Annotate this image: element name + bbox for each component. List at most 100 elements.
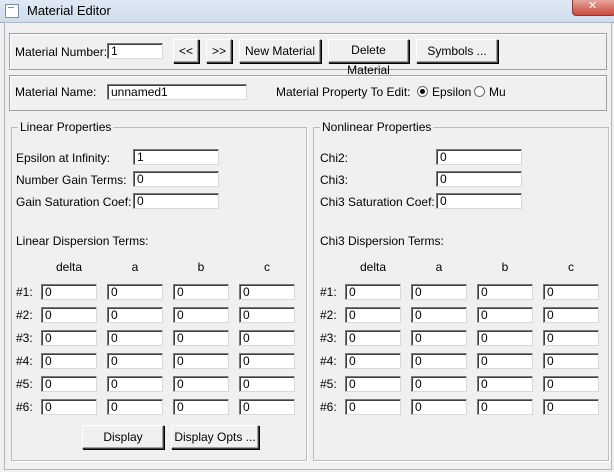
dispersion-term-input[interactable] (173, 353, 229, 369)
dispersion-term-input[interactable] (345, 353, 401, 369)
dispersion-term-input[interactable] (543, 399, 599, 415)
dispersion-term-input[interactable] (239, 307, 295, 323)
dispersion-term-input[interactable] (411, 307, 467, 323)
nonlinear-properties-title: Nonlinear Properties (320, 120, 434, 134)
dispersion-term-input[interactable] (107, 376, 163, 392)
gain-saturation-input[interactable] (133, 193, 219, 209)
dispersion-row-label: #4: (320, 354, 337, 368)
close-button[interactable] (572, 0, 614, 16)
dispersion-term-input[interactable] (41, 307, 97, 323)
chi3-saturation-input[interactable] (436, 193, 522, 209)
linear-dispersion-label: Linear Dispersion Terms: (16, 234, 149, 248)
dispersion-term-input[interactable] (411, 284, 467, 300)
material-name-panel: Material Name: Material Property To Edit… (9, 75, 607, 111)
mu-radio[interactable] (474, 86, 485, 97)
dispersion-term-input[interactable] (173, 330, 229, 346)
dispersion-row-label: #2: (16, 308, 33, 322)
symbols-button[interactable]: Symbols ... (416, 39, 498, 63)
dispersion-term-input[interactable] (41, 353, 97, 369)
linear-column-header: delta (55, 260, 83, 274)
dispersion-term-input[interactable] (411, 399, 467, 415)
linear-properties-title: Linear Properties (18, 120, 114, 134)
dispersion-term-input[interactable] (107, 307, 163, 323)
dispersion-term-input[interactable] (345, 307, 401, 323)
dispersion-term-input[interactable] (107, 399, 163, 415)
linear-column-header: c (264, 260, 270, 274)
dispersion-term-input[interactable] (107, 284, 163, 300)
nonlinear-column-header: b (501, 260, 509, 274)
chi2-input[interactable] (436, 149, 522, 165)
dispersion-row-label: #3: (320, 331, 337, 345)
dispersion-term-input[interactable] (543, 353, 599, 369)
display-button[interactable]: Display (82, 425, 164, 449)
chi3-label: Chi3: (320, 173, 349, 187)
dispersion-term-input[interactable] (173, 399, 229, 415)
new-material-button[interactable]: New Material (239, 39, 321, 63)
dispersion-term-input[interactable] (41, 284, 97, 300)
dispersion-term-input[interactable] (239, 399, 295, 415)
material-name-label: Material Name: (15, 85, 97, 99)
dispersion-term-input[interactable] (107, 353, 163, 369)
dispersion-term-input[interactable] (239, 330, 295, 346)
material-number-input[interactable] (107, 43, 163, 59)
dispersion-term-input[interactable] (41, 376, 97, 392)
dispersion-term-input[interactable] (543, 307, 599, 323)
dispersion-row-label: #5: (16, 377, 33, 391)
dispersion-row-label: #6: (320, 400, 337, 414)
number-gain-terms-input[interactable] (133, 171, 219, 187)
dispersion-term-input[interactable] (543, 284, 599, 300)
dispersion-row-label: #6: (16, 400, 33, 414)
epsilon-radio-label[interactable]: Epsilon (432, 85, 471, 99)
title-bar: Material Editor (0, 0, 614, 23)
app-window-icon (5, 4, 19, 18)
previous-material-button[interactable]: << (173, 39, 199, 63)
mu-radio-label[interactable]: Mu (489, 85, 506, 99)
dispersion-term-input[interactable] (411, 330, 467, 346)
dispersion-term-input[interactable] (411, 376, 467, 392)
display-options-button[interactable]: Display Opts ... (171, 425, 259, 449)
material-number-label: Material Number: (15, 45, 108, 59)
dispersion-term-input[interactable] (477, 284, 533, 300)
dispersion-term-input[interactable] (345, 330, 401, 346)
dispersion-term-input[interactable] (345, 284, 401, 300)
dispersion-term-input[interactable] (239, 376, 295, 392)
next-material-button[interactable]: >> (206, 39, 232, 63)
epsilon-infinity-input[interactable] (133, 149, 219, 165)
dispersion-term-input[interactable] (41, 330, 97, 346)
window-title: Material Editor (27, 3, 111, 18)
dispersion-term-input[interactable] (173, 376, 229, 392)
dispersion-row-label: #2: (320, 308, 337, 322)
dispersion-term-input[interactable] (477, 330, 533, 346)
dispersion-term-input[interactable] (345, 376, 401, 392)
chi3-dispersion-label: Chi3 Dispersion Terms: (320, 234, 444, 248)
dispersion-row-label: #1: (16, 285, 33, 299)
dispersion-term-input[interactable] (173, 284, 229, 300)
material-name-input[interactable] (107, 84, 247, 100)
dispersion-term-input[interactable] (477, 353, 533, 369)
property-to-edit-label: Material Property To Edit: (276, 85, 411, 99)
dispersion-row-label: #4: (16, 354, 33, 368)
chi2-label: Chi2: (320, 151, 349, 165)
dialog-body: Material Number: << >> New Material Dele… (4, 22, 612, 470)
dispersion-term-input[interactable] (239, 284, 295, 300)
dispersion-term-input[interactable] (239, 353, 295, 369)
dispersion-row-label: #3: (16, 331, 33, 345)
dispersion-term-input[interactable] (411, 353, 467, 369)
dispersion-term-input[interactable] (543, 376, 599, 392)
epsilon-infinity-label: Epsilon at Infinity: (16, 151, 111, 165)
epsilon-radio[interactable] (417, 86, 428, 97)
chi3-saturation-label: Chi3 Saturation Coef: (320, 195, 435, 209)
dispersion-term-input[interactable] (543, 330, 599, 346)
dispersion-term-input[interactable] (345, 399, 401, 415)
delete-material-button[interactable]: Delete Material (328, 39, 409, 77)
dispersion-term-input[interactable] (173, 307, 229, 323)
nonlinear-column-header: a (435, 260, 443, 274)
dispersion-term-input[interactable] (107, 330, 163, 346)
dispersion-term-input[interactable] (477, 399, 533, 415)
gain-saturation-label: Gain Saturation Coef: (16, 195, 132, 209)
dispersion-term-input[interactable] (41, 399, 97, 415)
chi3-input[interactable] (436, 171, 522, 187)
dispersion-term-input[interactable] (477, 307, 533, 323)
dispersion-term-input[interactable] (477, 376, 533, 392)
linear-column-header: b (197, 260, 205, 274)
